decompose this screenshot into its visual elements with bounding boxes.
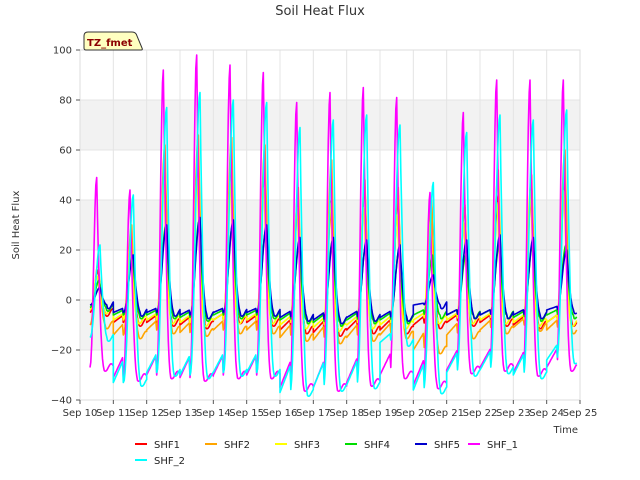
x-axis-ticks: Sep 10Sep 11Sep 12Sep 13Sep 14Sep 15Sep … xyxy=(63,400,598,419)
x-tick-label: Sep 22 xyxy=(463,408,498,419)
x-tick-label: Sep 23 xyxy=(496,408,531,419)
x-tick-label: Sep 14 xyxy=(196,408,231,419)
x-tick-label: Sep 10 xyxy=(63,408,98,419)
x-axis-label: Time xyxy=(553,425,578,436)
annotation-text: TZ_fmet xyxy=(87,38,133,49)
x-tick-label: Sep 12 xyxy=(129,408,164,419)
legend-label: SHF1 xyxy=(154,440,180,451)
x-tick-label: Sep 18 xyxy=(329,408,364,419)
y-axis-ticks: −40 −20 0 20 40 60 80 100 xyxy=(51,46,80,407)
y-tick-label: 0 xyxy=(66,296,72,307)
x-tick-label: Sep 16 xyxy=(263,408,298,419)
y-tick-label: 100 xyxy=(53,46,72,57)
legend-label: SHF3 xyxy=(294,440,320,451)
x-tick-label: Sep 13 xyxy=(163,408,198,419)
legend-label: SHF2 xyxy=(224,440,250,451)
legend-item-shf3: SHF3 xyxy=(275,440,320,451)
x-tick-label: Sep 15 xyxy=(229,408,264,419)
legend-label: SHF_1 xyxy=(487,440,518,451)
legend-item-shf4: SHF4 xyxy=(345,440,390,451)
x-tick-label: Sep 11 xyxy=(96,408,131,419)
x-tick-label: Sep 20 xyxy=(396,408,431,419)
x-tick-label: Sep 25 xyxy=(563,408,598,419)
legend-item-shf5: SHF5 xyxy=(415,440,460,451)
y-tick-label: 60 xyxy=(59,146,72,157)
x-tick-label: Sep 17 xyxy=(296,408,331,419)
y-tick-label: 20 xyxy=(59,246,72,257)
soil-heat-flux-chart: Soil Heat Flux Sep 10Sep 11Sep 12Sep 13S… xyxy=(11,4,598,467)
legend-label: SHF5 xyxy=(434,440,460,451)
x-tick-label: Sep 19 xyxy=(363,408,398,419)
chart-title: Soil Heat Flux xyxy=(275,4,365,19)
y-tick-label: −40 xyxy=(51,396,72,407)
legend: SHF1 SHF2 SHF3 SHF4 SHF5 SHF_1 SHF_2 xyxy=(135,440,518,467)
y-tick-label: 40 xyxy=(59,196,72,207)
legend-label: SHF_2 xyxy=(154,456,185,467)
x-tick-label: Sep 24 xyxy=(529,408,564,419)
y-axis-label: Soil Heat Flux xyxy=(11,190,22,259)
x-tick-label: Sep 21 xyxy=(429,408,464,419)
legend-item-shf-2: SHF_2 xyxy=(135,456,185,467)
legend-label: SHF4 xyxy=(364,440,390,451)
site-annotation: TZ_fmet xyxy=(83,31,143,51)
y-tick-label: 80 xyxy=(59,96,72,107)
legend-item-shf-1: SHF_1 xyxy=(468,440,518,451)
legend-item-shf2: SHF2 xyxy=(205,440,250,451)
legend-item-shf1: SHF1 xyxy=(135,440,180,451)
y-tick-label: −20 xyxy=(51,346,72,357)
